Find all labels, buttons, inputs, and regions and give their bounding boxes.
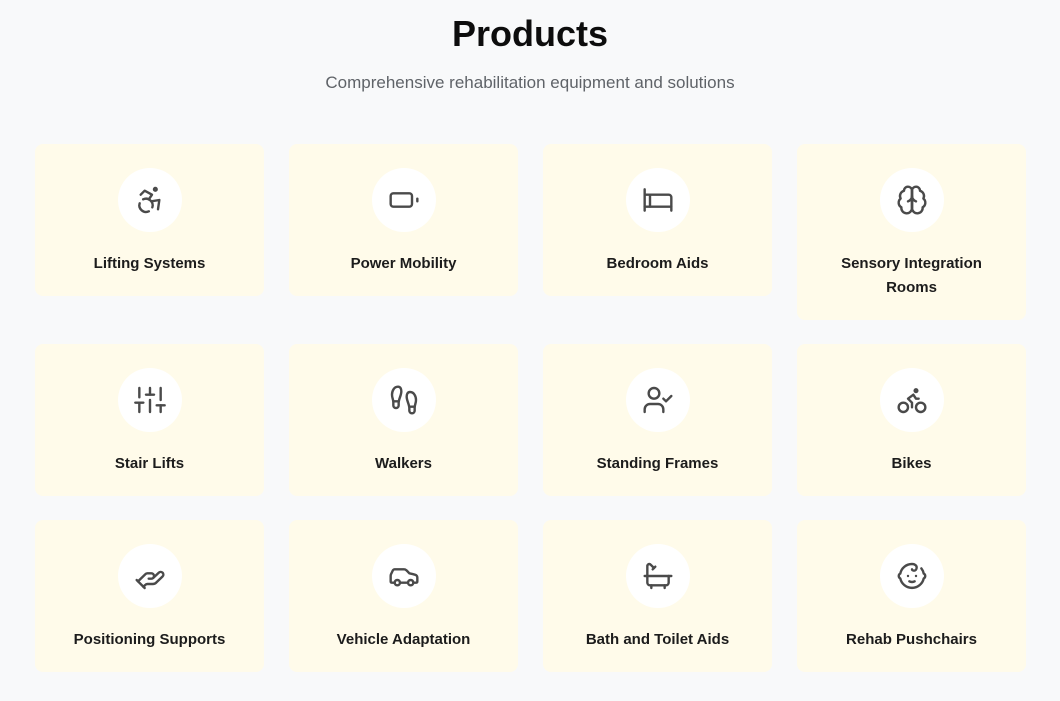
product-label: Bath and Toilet Aids xyxy=(585,631,730,648)
products-section: Products Comprehensive rehabilitation eq… xyxy=(0,0,1060,701)
icon-container xyxy=(625,544,690,608)
product-label: Walkers xyxy=(375,455,432,472)
icon-container xyxy=(371,368,436,432)
bed-icon xyxy=(642,188,673,212)
product-card-bedroom-aids[interactable]: Bedroom Aids xyxy=(543,144,772,296)
accessibility-icon xyxy=(137,186,161,214)
product-card-bikes[interactable]: Bikes xyxy=(797,344,1026,496)
icon-container xyxy=(371,168,436,232)
car-icon xyxy=(388,568,419,587)
icon-container xyxy=(625,168,690,232)
product-label: Vehicle Adaptation xyxy=(336,631,471,648)
page-title: Products xyxy=(451,13,609,54)
product-card-lifting-systems[interactable]: Lifting Systems xyxy=(35,144,264,296)
icon-container xyxy=(625,368,690,432)
footprints-icon xyxy=(390,385,417,415)
icon-container xyxy=(117,368,182,432)
user-check-icon xyxy=(642,386,673,414)
battery-icon xyxy=(388,192,419,208)
product-label: Positioning Supports xyxy=(73,631,226,648)
bath-icon xyxy=(642,562,673,590)
product-card-standing-frames[interactable]: Standing Frames xyxy=(543,344,772,496)
icon-container xyxy=(879,368,944,432)
product-label: Power Mobility xyxy=(350,255,457,272)
product-card-vehicle-adaptation[interactable]: Vehicle Adaptation xyxy=(289,520,518,672)
product-label: Bedroom Aids xyxy=(606,255,709,272)
hand-holding-icon xyxy=(134,570,165,590)
product-label: Sensory Integration Rooms xyxy=(841,255,982,296)
sliders-icon xyxy=(133,386,166,414)
page-subtitle: Comprehensive rehabilitation equipment a… xyxy=(325,73,735,92)
icon-container xyxy=(879,168,944,232)
icon-container xyxy=(879,544,944,608)
product-card-stair-lifts[interactable]: Stair Lifts xyxy=(35,344,264,496)
product-card-sensory-integration-rooms[interactable]: Sensory Integration Rooms xyxy=(797,144,1026,320)
icon-container xyxy=(117,544,182,608)
product-card-positioning-supports[interactable]: Positioning Supports xyxy=(35,520,264,672)
product-card-bath-and-toilet-aids[interactable]: Bath and Toilet Aids xyxy=(543,520,772,672)
product-card-walkers[interactable]: Walkers xyxy=(289,344,518,496)
product-label: Rehab Pushchairs xyxy=(846,631,977,648)
product-card-rehab-pushchairs[interactable]: Rehab Pushchairs xyxy=(797,520,1026,672)
product-label: Stair Lifts xyxy=(114,455,185,472)
bike-icon xyxy=(896,388,927,414)
product-label: Bikes xyxy=(891,455,932,472)
product-label: Standing Frames xyxy=(596,455,719,472)
icon-container xyxy=(117,168,182,232)
icon-container xyxy=(371,544,436,608)
brain-icon xyxy=(896,185,927,215)
product-label: Lifting Systems xyxy=(93,255,206,272)
product-card-power-mobility[interactable]: Power Mobility xyxy=(289,144,518,296)
baby-icon xyxy=(897,562,926,590)
